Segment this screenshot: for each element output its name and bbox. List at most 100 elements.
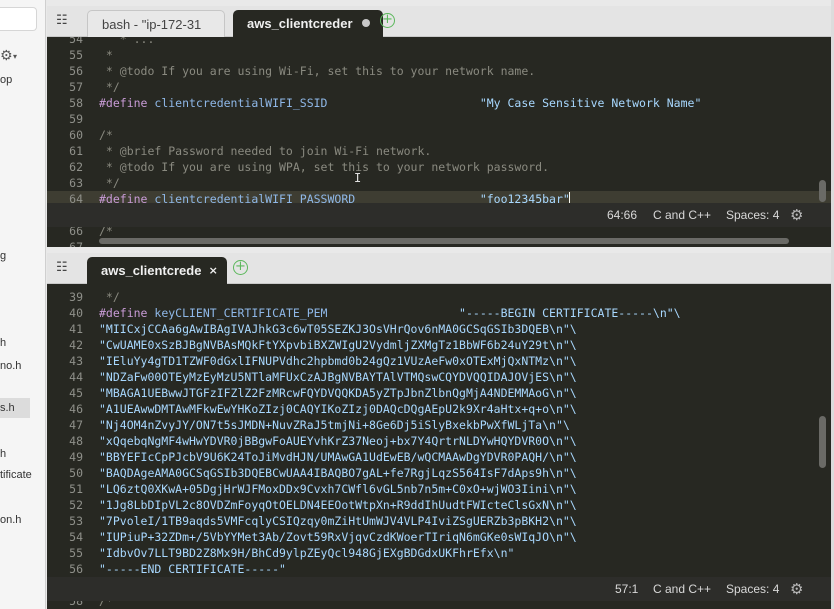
line-number: 48 [69, 434, 83, 448]
code-text: "xQqebqNgMF4wHwYDVR0jBBgwFoAUEYvhKrZ37Ne… [99, 433, 577, 449]
file-tree-item[interactable]: on.h [0, 514, 21, 526]
code-line[interactable]: 60 /* [47, 127, 834, 143]
code-line[interactable]: 58 #define clientcredentialWIFI_SSID "My … [47, 95, 834, 111]
code-line[interactable]: 47 "Nj4OM4nZvyJY/ON7t5sJMDN+NuvZRaJ5tmjNi… [47, 417, 834, 433]
code-token: "A1UEAwwDMTAwMFkwEwYHKoZIzj0CAQYIKoZIzj0… [99, 402, 577, 416]
line-number: 52 [69, 498, 83, 512]
code-line[interactable]: 40 #define keyCLIENT_CERTIFICATE_PEM "---… [47, 305, 834, 321]
plus-circle-icon[interactable]: + [380, 13, 395, 28]
file-tree-icon[interactable]: ☷ [56, 261, 72, 275]
tab-aws-clientcredential[interactable]: aws_clientcreder × [87, 257, 227, 284]
tab-bash-terminal[interactable]: bash - "ip-172-31 [87, 10, 225, 37]
cursor-position[interactable]: 57:1 [615, 577, 638, 601]
code-line[interactable]: 53 "7PvoleI/1TB9aqds5VMFcqlyCSIQzqy0mZiHt… [47, 513, 834, 529]
language-mode[interactable]: C and C++ [653, 203, 711, 227]
bottom-editor-pane[interactable]: 39 */40 #define keyCLIENT_CERTIFICATE_PEM… [47, 284, 834, 609]
code-token: "7PvoleI/1TB9aqds5VMFcqlyCSIQzqy0mZiHtUm… [99, 514, 577, 528]
line-number: 45 [69, 386, 83, 400]
code-line[interactable]: 62 * @todo If you are using WPA, set thi… [47, 159, 834, 175]
code-line[interactable]: 45 "MBAGA1UEBwwJTGFzIFZlZ2FzMRcwFQYDVQQKD… [47, 385, 834, 401]
horizontal-scrollbar[interactable] [99, 238, 789, 244]
code-line[interactable]: 39 */ [47, 289, 834, 305]
code-line[interactable]: 52 "1Jg8LbDIpVL2c8OVDZmFoyqOtOELDN4EEOotW… [47, 497, 834, 513]
file-tree-item[interactable]: g [0, 250, 6, 262]
code-line[interactable]: 49 "BBYEFIcCpPJcbV9U6K24ToJiMvdHJN/UMAwGA… [47, 449, 834, 465]
line-number: 54 [69, 37, 83, 46]
code-line[interactable]: 46 "A1UEAwwDMTAwMFkwEwYHKoZIzj0CAQYIKoZIz… [47, 401, 834, 417]
line-number: 43 [69, 354, 83, 368]
file-tree-item-selected[interactable]: s.h [0, 398, 30, 418]
gear-icon[interactable]: ⚙ [790, 207, 806, 223]
code-text: /* [99, 127, 113, 143]
code-text: * @todo If you are using WPA, set this t… [99, 159, 549, 175]
code-text: "MIICxjCCAa6gAwIBAgIVAJhkG3c6wT05SEZKJ3O… [99, 321, 577, 337]
file-tree-item[interactable]: h [0, 337, 6, 349]
code-line[interactable]: 55 "IdbvOv7LLT9BD2Z8Mx9H/BhCd9ylpZEyQcl94… [47, 545, 834, 561]
code-token: keyCLIENT_CERTIFICATE_PEM [154, 306, 328, 320]
code-line[interactable]: 56 * @todo If you are using Wi-Fi, set t… [47, 63, 834, 79]
tab-label: bash - "ip-172-31 [102, 17, 202, 32]
code-text: "IEluYy4gTD1TZWF0dGxlIFNUPVdhc2hpbmd0b24… [99, 353, 577, 369]
code-token: * ... [99, 37, 155, 46]
code-line[interactable]: 43 "IEluYy4gTD1TZWF0dGxlIFNUPVdhc2hpbmd0b… [47, 353, 834, 369]
line-number: 47 [69, 418, 83, 432]
code-token: "BBYEFIcCpPJcbV9U6K24ToJiMvdHJN/UMAwGA1U… [99, 450, 577, 464]
code-line[interactable]: 54 * ... [47, 37, 834, 47]
code-line[interactable]: 61 * @brief Password needed to join Wi-F… [47, 143, 834, 159]
line-number: 55 [69, 48, 83, 62]
top-status-bar: 64:66 C and C++ Spaces: 4 ⚙ [47, 203, 834, 227]
close-icon[interactable]: × [209, 257, 218, 284]
file-tree-search-input[interactable] [0, 7, 37, 31]
line-number: 61 [69, 144, 83, 158]
code-token: "My Case Sensitive Network Name" [479, 96, 702, 110]
unsaved-dot-icon[interactable] [361, 19, 370, 28]
code-token: * @todo If you are using Wi-Fi, set this… [99, 64, 536, 78]
code-line[interactable]: 57 */ [47, 79, 834, 95]
code-line[interactable]: 54 "IUPiuP+32ZDm+/5VbYYMet3Ab/Zovt59RxVjq… [47, 529, 834, 545]
file-tree-item[interactable]: h [0, 448, 6, 460]
code-line[interactable]: 41 "MIICxjCCAa6gAwIBAgIVAJhkG3c6wT05SEZKJ… [47, 321, 834, 337]
code-line[interactable]: 42 "CwUAME0xSzBJBgNVBAsMQkFtYXpvbiBXZWIgU… [47, 337, 834, 353]
code-line[interactable]: 51 "LQ6ztQ0XKwA+05DgjHrWJFMoxDDx9Cvxh7CWf… [47, 481, 834, 497]
code-token: */ [99, 290, 120, 304]
file-tree-icon[interactable]: ☷ [56, 14, 72, 28]
indent-setting[interactable]: Spaces: 4 [726, 577, 779, 601]
code-token: */ [99, 80, 120, 94]
line-number: 60 [69, 128, 83, 142]
tab-aws-clientcredential[interactable]: aws_clientcreder [233, 10, 383, 37]
line-number: 56 [69, 64, 83, 78]
indent-setting[interactable]: Spaces: 4 [726, 203, 779, 227]
code-text: "Nj4OM4nZvyJY/ON7t5sJMDN+NuvZRaJ5tmjNi+8… [99, 417, 570, 433]
code-text: #define keyCLIENT_CERTIFICATE_PEM "-----… [99, 305, 681, 321]
tab-label: aws_clientcreder [247, 16, 353, 31]
vertical-scrollbar[interactable] [819, 416, 826, 468]
code-line[interactable]: 56 "-----END CERTIFICATE-----" [47, 561, 834, 577]
plus-circle-icon[interactable]: + [233, 260, 248, 275]
code-line[interactable]: 55 * [47, 47, 834, 63]
file-tree-item[interactable]: tificate [0, 469, 32, 481]
chevron-down-icon[interactable]: ▾ [13, 52, 17, 61]
language-mode[interactable]: C and C++ [653, 577, 711, 601]
gear-icon[interactable]: ⚙ [790, 581, 806, 597]
file-tree-item[interactable]: no.h [0, 360, 21, 372]
code-line[interactable]: 44 "NDZaFw00OTEyMzEyMzU5NTlaMFUxCzAJBgNVB… [47, 369, 834, 385]
code-text: "A1UEAwwDMTAwMFkwEwYHKoZIzj0CAQYIKoZIzj0… [99, 401, 577, 417]
code-token: #define [99, 306, 155, 320]
vertical-scrollbar[interactable] [819, 180, 826, 202]
code-line[interactable]: 50 "BAQDAgeAMA0GCSqGSIb3DQEBCwUAA4IBAQBO7… [47, 465, 834, 481]
code-line[interactable]: 63 */ [47, 175, 834, 191]
code-line[interactable]: 48 "xQqebqNgMF4wHwYDVR0jBBgwFoAUEYvhKrZ37… [47, 433, 834, 449]
code-line[interactable]: 59 [47, 111, 834, 127]
file-tree-item[interactable]: op [0, 74, 12, 86]
cursor-position[interactable]: 64:66 [607, 203, 637, 227]
code-text: * @todo If you are using Wi-Fi, set this… [99, 63, 535, 79]
code-token: */ [99, 176, 120, 190]
top-editor-pane[interactable]: 54 * ... 55 * 56 * @todo If you are using … [47, 37, 834, 247]
line-number: 50 [69, 466, 83, 480]
gear-icon[interactable]: ⚙ [0, 48, 13, 64]
code-text: */ [99, 289, 120, 305]
top-tab-bar: ☷ bash - "ip-172-31 aws_clientcreder + [47, 6, 834, 37]
code-text: "1Jg8LbDIpVL2c8OVDZmFoyqOtOELDN4EEOotWtp… [99, 497, 577, 513]
